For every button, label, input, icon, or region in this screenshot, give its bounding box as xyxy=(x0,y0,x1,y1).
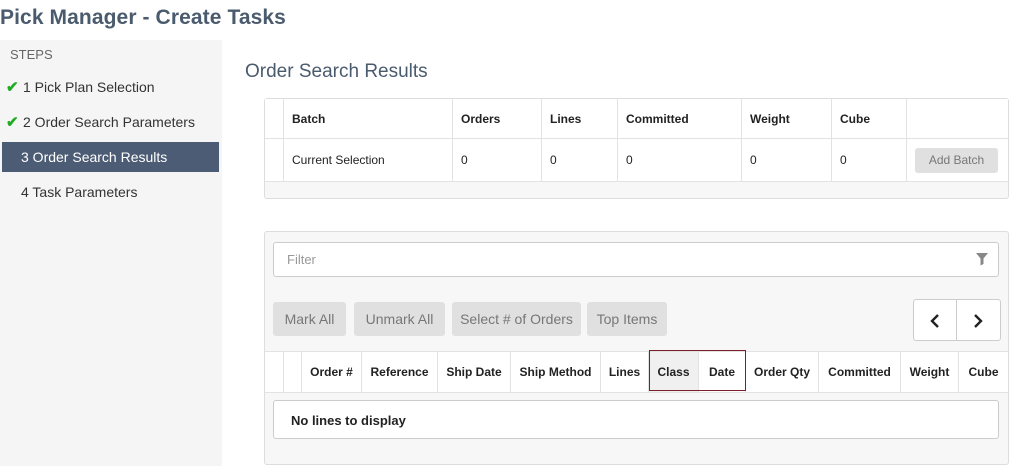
step-label: 4 Task Parameters xyxy=(21,184,138,200)
cube-cell: 0 xyxy=(831,138,907,182)
section-title: Order Search Results xyxy=(245,61,428,82)
lines-cell: 0 xyxy=(541,138,618,182)
unmark-all-button[interactable]: Unmark All xyxy=(354,302,445,336)
batch-table: Batch Orders Lines Committed Weight Cube… xyxy=(265,99,1008,182)
committed-cell: 0 xyxy=(617,138,742,182)
column-header-weight[interactable]: Weight xyxy=(901,352,959,392)
step-label: 2 Order Search Parameters xyxy=(23,114,195,130)
column-header-committed[interactable]: Committed xyxy=(819,352,901,392)
pager xyxy=(913,299,1001,341)
steps-sidebar: STEPS ✔ 1 Pick Plan Selection ✔ 2 Order Se… xyxy=(0,40,222,466)
step-label: 3 Order Search Results xyxy=(21,149,168,165)
select-column-header[interactable] xyxy=(284,352,302,392)
step-order-search-parameters[interactable]: ✔ 2 Order Search Parameters xyxy=(2,107,219,137)
column-header-batch[interactable]: Batch xyxy=(283,99,453,139)
orders-panel: Filter Mark All Unmark All Select # of O… xyxy=(264,231,1009,465)
column-header-committed[interactable]: Committed xyxy=(617,99,742,139)
checkmark-icon: ✔ xyxy=(6,79,19,96)
weight-cell: 0 xyxy=(741,138,832,182)
previous-page-button[interactable] xyxy=(914,300,956,340)
filter-input[interactable]: Filter xyxy=(273,242,999,277)
step-pick-plan-selection[interactable]: ✔ 1 Pick Plan Selection xyxy=(2,72,219,102)
column-header-cube[interactable]: Cube xyxy=(831,99,907,139)
orders-cell: 0 xyxy=(452,138,542,182)
column-group-highlight xyxy=(649,350,746,391)
column-header-ship-date[interactable]: Ship Date xyxy=(438,352,511,392)
column-header-order-qty[interactable]: Order Qty xyxy=(746,352,819,392)
table-row[interactable]: Current Selection 0 0 0 0 0 Add Batch xyxy=(265,138,1008,182)
step-label: 1 Pick Plan Selection xyxy=(23,79,155,95)
top-items-button[interactable]: Top Items xyxy=(587,302,667,336)
page-title: Pick Manager - Create Tasks xyxy=(0,6,286,29)
header-spacer xyxy=(265,352,284,392)
step-order-search-results[interactable]: 3 Order Search Results xyxy=(2,142,219,172)
column-header-lines[interactable]: Lines xyxy=(601,352,649,392)
chevron-left-icon xyxy=(930,314,939,329)
column-header-order-number[interactable]: Order # xyxy=(302,352,362,392)
column-header-reference[interactable]: Reference xyxy=(362,352,438,392)
filter-icon[interactable] xyxy=(976,252,988,266)
column-header-ship-method[interactable]: Ship Method xyxy=(511,352,601,392)
mark-all-button[interactable]: Mark All xyxy=(273,302,346,336)
column-header-orders[interactable]: Orders xyxy=(452,99,542,139)
steps-heading: STEPS xyxy=(10,47,53,62)
checkmark-icon: ✔ xyxy=(6,114,19,131)
column-header-cube[interactable]: Cube xyxy=(959,352,1008,392)
filter-placeholder: Filter xyxy=(287,252,316,267)
orders-table-header: Order # Reference Ship Date Ship Method … xyxy=(265,351,1008,393)
chevron-right-icon xyxy=(974,314,983,329)
column-header-lines[interactable]: Lines xyxy=(541,99,618,139)
batch-name-cell: Current Selection xyxy=(283,138,453,182)
empty-message: No lines to display xyxy=(291,413,406,428)
step-task-parameters[interactable]: 4 Task Parameters xyxy=(2,177,219,207)
column-header-weight[interactable]: Weight xyxy=(741,99,832,139)
batch-panel: Batch Orders Lines Committed Weight Cube… xyxy=(264,98,1009,199)
select-number-of-orders-button[interactable]: Select # of Orders xyxy=(452,302,581,336)
empty-state: No lines to display xyxy=(273,400,999,439)
batch-header-row: Batch Orders Lines Committed Weight Cube xyxy=(265,99,1008,139)
next-page-button[interactable] xyxy=(957,300,999,340)
add-batch-button[interactable]: Add Batch xyxy=(915,147,998,173)
